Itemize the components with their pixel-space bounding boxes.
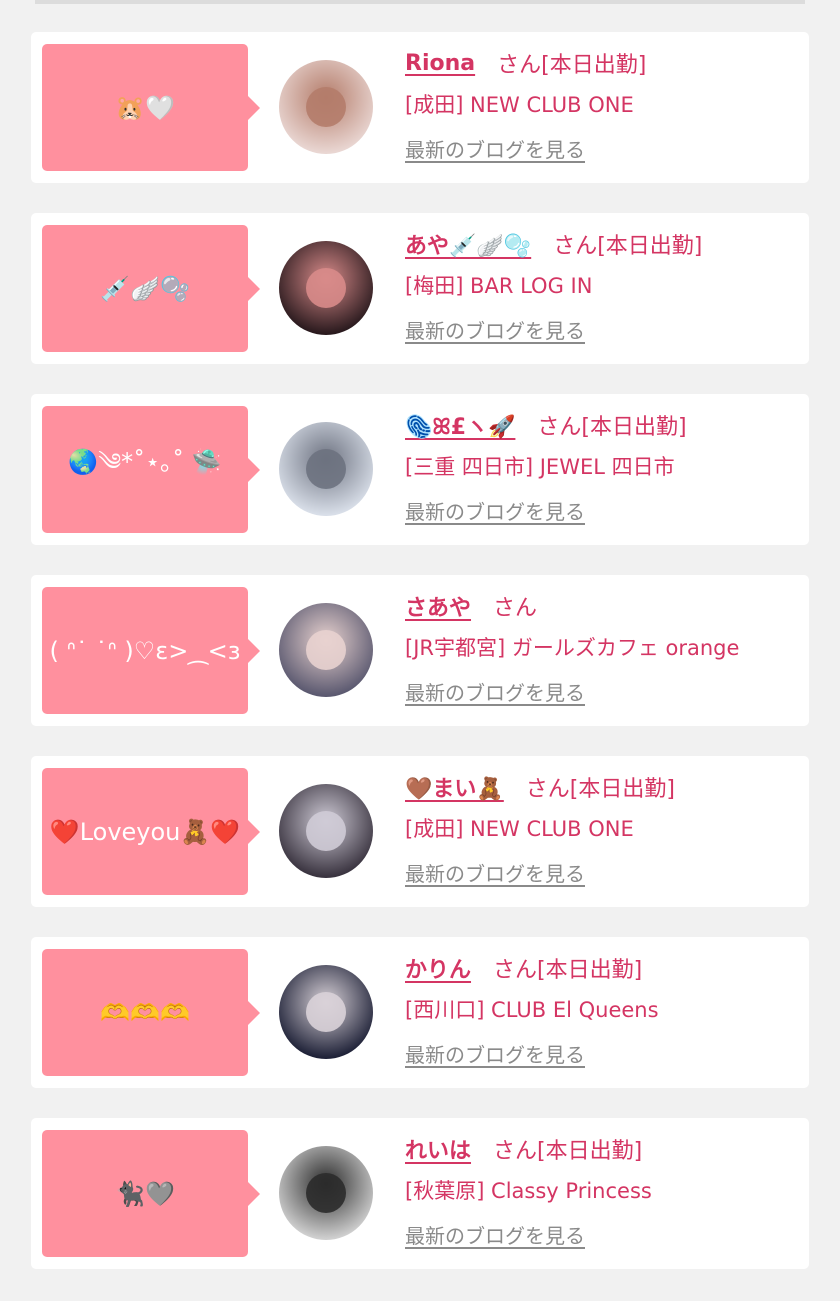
- cast-name-link[interactable]: 🫆ꕤ£ヽ🚀: [405, 409, 515, 441]
- latest-blog-link[interactable]: 最新のブログを見る: [405, 677, 585, 706]
- name-line: かりん さん[本日出勤]: [405, 950, 799, 986]
- avatar-face: [306, 1173, 346, 1213]
- shop-name: [成田] NEW CLUB ONE: [405, 817, 634, 841]
- shop-name: [成田] NEW CLUB ONE: [405, 93, 634, 117]
- attendance-status: さん[本日出勤]: [493, 958, 643, 983]
- cast-name-link[interactable]: あや💉🪽🫧: [405, 228, 531, 260]
- attendance-status: さん[本日出勤]: [537, 415, 687, 440]
- name-line: さあや さん: [405, 588, 799, 624]
- latest-blog-link[interactable]: 最新のブログを見る: [405, 1220, 585, 1249]
- entry-info: かりん さん[本日出勤] [西川口] CLUB El Queens 最新のブログ…: [405, 950, 799, 1068]
- entry-info: あや💉🪽🫧 さん[本日出勤] [梅田] BAR LOG IN 最新のブログを見る: [405, 226, 799, 344]
- avatar[interactable]: [279, 1146, 373, 1240]
- entry-info: 🫆ꕤ£ヽ🚀 さん[本日出勤] [三重 四日市] JEWEL 四日市 最新のブログ…: [405, 407, 799, 525]
- latest-blog-link[interactable]: 最新のブログを見る: [405, 496, 585, 525]
- shop-name: [梅田] BAR LOG IN: [405, 274, 593, 298]
- latest-blog-link[interactable]: 最新のブログを見る: [405, 1039, 585, 1068]
- message-bubble: ( ᐢ˙ ˙ᐢ )♡ɛ>⁔<з: [42, 587, 260, 714]
- entry-info: Riona さん[本日出勤] [成田] NEW CLUB ONE 最新のブログを…: [405, 45, 799, 163]
- message-bubble: 🐈‍⬛🩶: [42, 1130, 260, 1257]
- attendance-status: さん[本日出勤]: [493, 1139, 643, 1164]
- cast-name-link[interactable]: かりん: [405, 952, 471, 984]
- message-bubble: 🫶🫶🫶: [42, 949, 260, 1076]
- list-item: 🫶🫶🫶 かりん さん[本日出勤] [西川口] CLUB El Queens 最新…: [31, 937, 809, 1088]
- list-item: 🐹🤍 Riona さん[本日出勤] [成田] NEW CLUB ONE 最新のブ…: [31, 32, 809, 183]
- name-line: 🤎まい🧸 さん[本日出勤]: [405, 769, 799, 805]
- avatar-face: [306, 630, 346, 670]
- avatar-face: [306, 811, 346, 851]
- latest-blog-link[interactable]: 最新のブログを見る: [405, 858, 585, 887]
- entry-info: れいは さん[本日出勤] [秋葉原] Classy Princess 最新のブロ…: [405, 1131, 799, 1249]
- attendance-status: さん[本日出勤]: [525, 777, 675, 802]
- name-line: 🫆ꕤ£ヽ🚀 さん[本日出勤]: [405, 407, 799, 443]
- name-line: Riona さん[本日出勤]: [405, 45, 799, 81]
- avatar-face: [306, 992, 346, 1032]
- message-bubble: ❤️Loveyou🧸❤️: [42, 768, 260, 895]
- cast-name-link[interactable]: さあや: [405, 590, 471, 622]
- cast-name-link[interactable]: れいは: [405, 1133, 471, 1165]
- attendance-status: さん: [493, 596, 538, 621]
- entry-info: 🤎まい🧸 さん[本日出勤] [成田] NEW CLUB ONE 最新のブログを見…: [405, 769, 799, 887]
- top-divider: [35, 0, 805, 4]
- cast-name-link[interactable]: Riona: [405, 51, 475, 76]
- list-item: 💉🪽🫧 あや💉🪽🫧 さん[本日出勤] [梅田] BAR LOG IN 最新のブロ…: [31, 213, 809, 364]
- avatar[interactable]: [279, 784, 373, 878]
- shop-name: [JR宇都宮] ガールズカフェ orange: [405, 636, 740, 660]
- avatar[interactable]: [279, 241, 373, 335]
- name-line: れいは さん[本日出勤]: [405, 1131, 799, 1167]
- avatar[interactable]: [279, 603, 373, 697]
- blog-list: 🐹🤍 Riona さん[本日出勤] [成田] NEW CLUB ONE 最新のブ…: [31, 32, 809, 1299]
- message-bubble: 💉🪽🫧: [42, 225, 260, 352]
- latest-blog-link[interactable]: 最新のブログを見る: [405, 315, 585, 344]
- shop-name: [三重 四日市] JEWEL 四日市: [405, 455, 675, 479]
- name-line: あや💉🪽🫧 さん[本日出勤]: [405, 226, 799, 262]
- cast-name-link[interactable]: 🤎まい🧸: [405, 771, 504, 803]
- avatar-face: [306, 449, 346, 489]
- avatar-face: [306, 268, 346, 308]
- avatar[interactable]: [279, 965, 373, 1059]
- message-bubble: 🐹🤍: [42, 44, 260, 171]
- attendance-status: さん[本日出勤]: [497, 53, 647, 78]
- entry-info: さあや さん [JR宇都宮] ガールズカフェ orange 最新のブログを見る: [405, 588, 799, 706]
- latest-blog-link[interactable]: 最新のブログを見る: [405, 134, 585, 163]
- list-item: 🌏༄*˚⋆｡˚ 🛸 🫆ꕤ£ヽ🚀 さん[本日出勤] [三重 四日市] JEWEL …: [31, 394, 809, 545]
- shop-name: [西川口] CLUB El Queens: [405, 998, 659, 1022]
- attendance-status: さん[本日出勤]: [553, 234, 703, 259]
- avatar-face: [306, 87, 346, 127]
- shop-name: [秋葉原] Classy Princess: [405, 1179, 652, 1203]
- avatar[interactable]: [279, 422, 373, 516]
- list-item: ❤️Loveyou🧸❤️ 🤎まい🧸 さん[本日出勤] [成田] NEW CLUB…: [31, 756, 809, 907]
- list-item: ( ᐢ˙ ˙ᐢ )♡ɛ>⁔<з さあや さん [JR宇都宮] ガールズカフェ o…: [31, 575, 809, 726]
- list-item: 🐈‍⬛🩶 れいは さん[本日出勤] [秋葉原] Classy Princess …: [31, 1118, 809, 1269]
- avatar[interactable]: [279, 60, 373, 154]
- message-bubble: 🌏༄*˚⋆｡˚ 🛸: [42, 406, 260, 533]
